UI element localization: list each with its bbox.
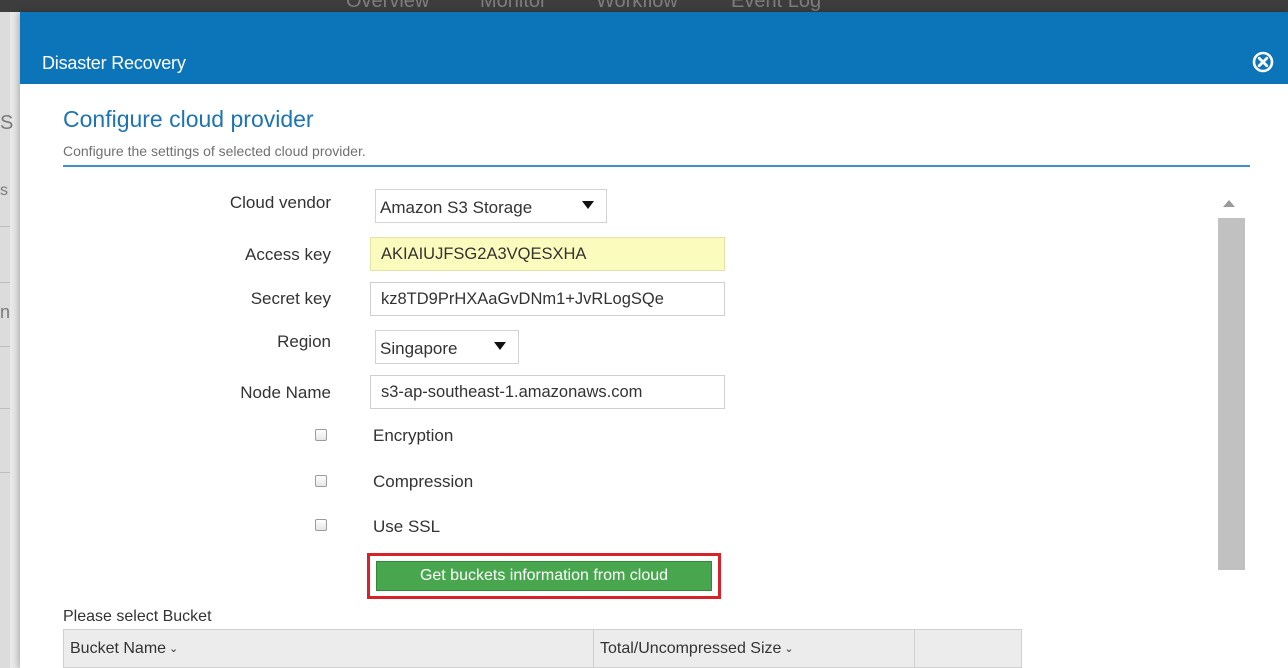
bg-divider [0, 226, 10, 227]
bg-divider [0, 282, 10, 283]
use-ssl-label: Use SSL [373, 517, 441, 536]
bg-tab-event-log: Event Log [731, 0, 822, 12]
dialog-header: Disaster Recovery [20, 12, 1288, 84]
bg-tab-monitor: Monitor [480, 0, 547, 12]
section-subtitle: Configure the settings of selected cloud… [63, 143, 366, 159]
node-name-label: Node Name [240, 383, 331, 402]
region-value: Singapore [380, 339, 458, 358]
bg-fragment: s [0, 182, 8, 199]
compression-label: Compression [373, 472, 474, 491]
cloud-vendor-select[interactable]: Amazon S3 Storage [375, 189, 607, 223]
bg-divider [0, 472, 10, 473]
bg-fragment: S [0, 112, 14, 134]
chevron-down-icon: ⌄ [784, 643, 794, 655]
section-title: Configure cloud provider [63, 106, 314, 132]
dropdown-arrow-icon [582, 201, 594, 209]
compression-checkbox[interactable] [315, 475, 327, 487]
column-title: Bucket Name [70, 640, 167, 657]
cloud-vendor-value: Amazon S3 Storage [380, 198, 533, 217]
close-circle-icon[interactable] [1252, 51, 1274, 73]
encryption-label: Encryption [373, 426, 454, 445]
column-header-size[interactable]: Total/Uncompressed Size ⌄ [594, 630, 914, 668]
access-key-label: Access key [245, 245, 331, 264]
get-buckets-button[interactable]: Get buckets information from cloud [376, 561, 712, 591]
bg-tab-workflow: Workflow [596, 0, 678, 12]
bg-fragment: n [0, 302, 11, 322]
column-header-bucket-name[interactable]: Bucket Name ⌄ [64, 630, 593, 668]
secret-key-label: Secret key [250, 289, 331, 308]
disaster-recovery-dialog: Disaster Recovery Configure cloud provid… [20, 12, 1288, 668]
bucket-table-header: Bucket Name ⌄ Total/Uncompressed Size ⌄ [63, 629, 1022, 668]
bg-divider [0, 346, 10, 347]
column-divider [914, 630, 915, 668]
node-name-input[interactable] [370, 375, 725, 409]
section-divider [63, 165, 1250, 167]
column-title: Total/Uncompressed Size [600, 640, 782, 657]
region-select[interactable]: Singapore [375, 330, 519, 364]
secret-key-input[interactable] [370, 282, 725, 316]
background-left-panel: S s n [0, 12, 14, 668]
dropdown-arrow-icon [494, 342, 506, 350]
scrollbar-thumb[interactable] [1218, 218, 1245, 570]
chevron-down-icon: ⌄ [169, 643, 179, 655]
background-top-nav: Overview Monitor Workflow Event Log [0, 0, 1288, 12]
access-key-input[interactable] [370, 237, 725, 271]
bg-divider [0, 408, 10, 409]
cloud-vendor-label: Cloud vendor [229, 193, 331, 212]
bg-tab-overview: Overview [346, 0, 430, 12]
select-bucket-label: Please select Bucket [63, 608, 212, 625]
encryption-checkbox[interactable] [315, 429, 327, 441]
dialog-title: Disaster Recovery [42, 53, 186, 73]
scroll-up-arrow-icon[interactable] [1223, 200, 1235, 207]
use-ssl-checkbox[interactable] [315, 519, 327, 531]
region-label: Region [277, 332, 331, 351]
